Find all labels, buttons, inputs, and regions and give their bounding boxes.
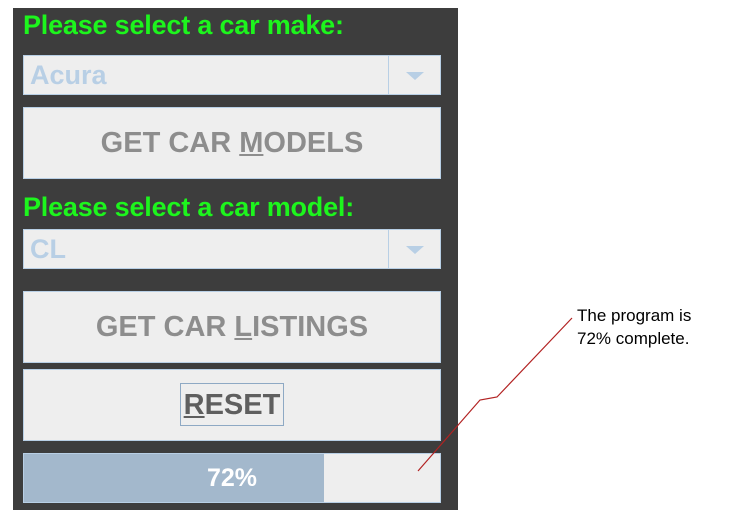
annotation-line-2: 72% complete. (577, 329, 690, 348)
annotation-line-1: The program is (577, 306, 692, 325)
completion-annotation: The program is 72% complete. (577, 304, 691, 350)
annotation-leader-line (417, 317, 573, 472)
